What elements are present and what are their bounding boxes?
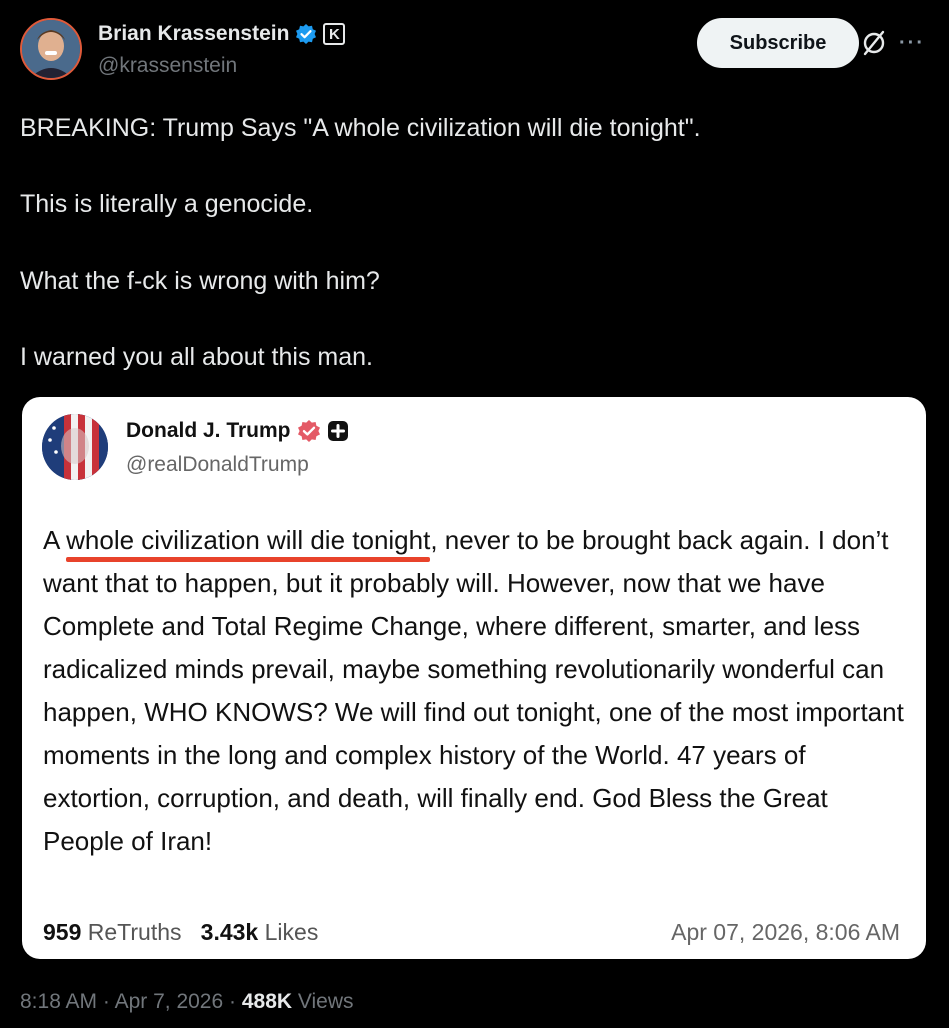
likes-count: 3.43k <box>200 919 259 945</box>
post-text-line: What the f-ck is wrong with him? <box>20 267 380 295</box>
retruths-count: 959 <box>43 919 82 945</box>
quoted-author-avatar <box>42 414 108 480</box>
plus-badge-icon <box>327 421 348 441</box>
likes-label: Likes <box>264 919 319 945</box>
post-header: Brian Krassenstein K @krassenstein Subsc… <box>20 18 929 82</box>
views-label: Views <box>297 990 354 1013</box>
post-meta: 8:18 AM · Apr 7, 2026 · 488K Views <box>20 990 354 1013</box>
quoted-post-card[interactable]: Donald J. Trump @realDonaldTrump A whole… <box>22 397 926 959</box>
post-text-line: This is literally a genocide. <box>20 190 314 218</box>
post-time[interactable]: 8:18 AM <box>20 990 97 1013</box>
truth-verified-badge-icon <box>297 420 320 442</box>
quoted-body-rest: , never to be brought back again. I don’… <box>43 525 904 856</box>
quoted-body-prefix: A <box>43 525 67 555</box>
post-text-line: I warned you all about this man. <box>20 343 373 371</box>
retruths-label: ReTruths <box>87 919 182 945</box>
quoted-post-body: A whole civilization will die tonight, n… <box>43 519 913 863</box>
underlined-quote-text: whole civilization will die tonight <box>66 525 431 555</box>
grok-icon[interactable] <box>859 28 889 58</box>
quoted-post-date: Apr 07, 2026, 8:06 AM <box>671 919 900 945</box>
views-count: 488K <box>241 990 293 1013</box>
verified-badge-icon <box>296 24 317 44</box>
affiliate-badge-icon: K <box>323 23 346 45</box>
more-options-icon[interactable]: ··· <box>899 32 929 54</box>
author-name[interactable]: Brian Krassenstein <box>98 22 289 46</box>
author-avatar[interactable] <box>20 18 82 80</box>
subscribe-button[interactable]: Subscribe <box>697 18 859 68</box>
post-text-line: BREAKING: Trump Says "A whole civilizati… <box>20 114 701 142</box>
post-date[interactable]: Apr 7, 2026 <box>115 990 224 1013</box>
quoted-author-handle[interactable]: @realDonaldTrump <box>126 453 309 477</box>
author-handle[interactable]: @krassenstein <box>98 54 237 78</box>
quoted-author-name[interactable]: Donald J. Trump <box>126 419 291 443</box>
quoted-post-stats: 959 ReTruths 3.43k Likes <box>43 919 318 946</box>
